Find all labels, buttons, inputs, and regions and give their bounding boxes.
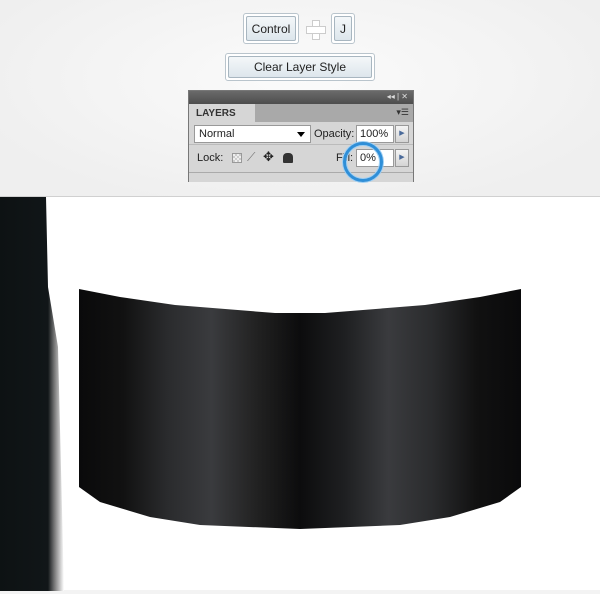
lock-position-move-icon[interactable]: ✥ — [263, 149, 274, 164]
control-key-label: Control — [246, 16, 296, 41]
lock-label: Lock: — [197, 152, 224, 164]
canvas-preview — [0, 196, 600, 591]
opacity-input[interactable]: 100% — [356, 125, 394, 143]
plus-icon — [306, 20, 326, 40]
fill-slider-button[interactable]: ▶ — [395, 149, 409, 167]
dark-cup-shape — [79, 289, 521, 529]
opacity-label: Opacity: — [314, 128, 355, 140]
lock-image-brush-icon[interactable]: ⟋ — [247, 150, 257, 164]
fill-highlight-circle — [343, 142, 383, 182]
lock-transparency-icon[interactable] — [232, 153, 242, 163]
clear-layer-style-button[interactable]: Clear Layer Style — [225, 53, 375, 81]
panel-header[interactable]: ◂◂ | ✕ — [189, 91, 413, 104]
blend-mode-value: Normal — [199, 128, 235, 140]
chevron-down-icon — [297, 132, 305, 141]
panel-menu-icon[interactable]: ▾☰ — [396, 107, 409, 118]
dark-left-strip — [0, 197, 64, 591]
opacity-slider-button[interactable]: ▶ — [395, 125, 409, 143]
j-key-label: J — [334, 16, 352, 41]
lock-all-icon[interactable] — [283, 153, 293, 163]
control-key: Control — [243, 13, 299, 44]
clear-layer-style-label: Clear Layer Style — [228, 56, 372, 78]
blend-mode-select[interactable]: Normal — [194, 125, 311, 143]
pixel-shape-preview — [0, 197, 521, 591]
j-key: J — [331, 13, 355, 44]
tab-layers[interactable]: LAYERS — [189, 104, 255, 122]
